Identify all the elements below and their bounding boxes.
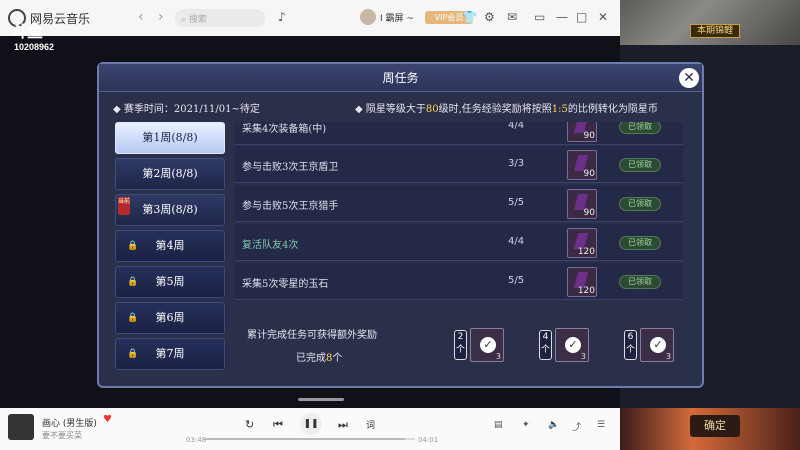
exp-rule: ◆ 陨星等级大于80级时,任务经验奖励将按照1:5的比例转化为陨星币 [355, 104, 658, 115]
task-row: 参与击败3次王京盾卫 3/3 90 已领取 [235, 146, 683, 183]
season-time: ◆ 赛季时间：2021/11/01~待定 [113, 104, 260, 115]
tab-week-4[interactable]: 🔒 第4周 [115, 230, 225, 262]
modal-title: 周任务 [382, 71, 419, 85]
quality-icon[interactable]: ▤ [494, 420, 503, 430]
room-id: 10208962 [14, 42, 55, 52]
settings-icon[interactable]: ⚙ [484, 10, 495, 24]
right-video-top [620, 0, 800, 45]
album-cover[interactable] [8, 414, 34, 440]
back-icon[interactable]: ‹ [138, 9, 144, 25]
week-list: 第1周(8/8) 第2周(8/8) 当前 第3周(8/8) 🔒 第4周 🔒 第5周 🔒… [115, 122, 225, 382]
task-row: 参与击败5次王京猎手 5/5 90 已领取 [235, 185, 683, 222]
avatar[interactable] [360, 9, 376, 25]
reward-item[interactable]: 90 [567, 189, 597, 219]
task-list[interactable]: 采集4次装备箱(中) 4/4 90 已领取 参与击败3次王京盾卫 3/3 90 … [235, 122, 683, 310]
artist-name[interactable]: 要不要买菜 [42, 430, 82, 441]
rule-diamond-icon: ◆ [355, 104, 366, 115]
claimed-badge: 已领取 [619, 122, 661, 134]
lock-icon: 🔒 [127, 349, 139, 359]
tab-week-1[interactable]: 第1周(8/8) [115, 122, 225, 154]
close-window-icon[interactable]: ✕ [598, 10, 608, 24]
bonus-reward-2[interactable]: 2个 ✓ 3 [454, 328, 510, 362]
tab-week-6[interactable]: 🔒 第6周 [115, 302, 225, 334]
stream-brand-overlay: 斗鱼 [12, 24, 43, 41]
effect-icon[interactable]: ✦ [522, 420, 530, 430]
song-title[interactable]: 画心 (男生版) [42, 416, 97, 429]
lyrics-button[interactable]: 词 [366, 418, 375, 431]
tab-week-5[interactable]: 🔒 第5周 [115, 266, 225, 298]
confirm-button[interactable]: 确定 [690, 415, 740, 437]
check-icon: ✓ [650, 337, 666, 353]
tab-week-2[interactable]: 第2周(8/8) [115, 158, 225, 190]
completed-count: 已完成8个 [296, 353, 343, 364]
task-name: 参与击败3次王京盾卫 [242, 162, 339, 173]
like-icon[interactable]: ♥ [103, 414, 112, 425]
lock-icon: 🔒 [127, 241, 139, 251]
mini-mode-icon[interactable]: ▭ [534, 10, 545, 24]
weekly-task-modal: 周任务 ✕ ◆ 赛季时间：2021/11/01~待定 ◆ 陨星等级大于80级时,… [97, 62, 704, 388]
search-input[interactable]: ⌕ 搜索 [175, 9, 265, 27]
total-time: 04:01 [418, 436, 439, 444]
reward-item[interactable]: 90 [567, 122, 597, 142]
current-badge: 当前 [118, 197, 130, 215]
scroll-indicator [298, 398, 344, 401]
task-row: 复活队友4次 4/4 120 已领取 [235, 224, 683, 261]
task-name: 参与击败5次王京猎手 [242, 201, 339, 212]
bonus-box: ✓ 3 [555, 328, 589, 362]
task-name: 采集4次装备箱(中) [242, 124, 327, 135]
koi-label: 本期锦鲤 [690, 24, 740, 38]
pause-button[interactable]: ❚❚ [300, 413, 322, 435]
volume-icon[interactable]: 🔈 [548, 420, 559, 430]
task-name: 采集5次零星的玉石 [242, 279, 329, 290]
voice-icon[interactable]: ♪ [278, 10, 286, 24]
task-name: 复活队友4次 [242, 240, 299, 251]
task-progress: 4/4 [508, 236, 525, 247]
lock-icon: 🔒 [127, 277, 139, 287]
share-icon[interactable]: ⤴ [572, 420, 581, 433]
reward-item[interactable]: 120 [567, 228, 597, 258]
claimed-badge: 已领取 [619, 236, 661, 250]
lock-icon: 🔒 [127, 313, 139, 323]
check-icon: ✓ [480, 337, 496, 353]
playlist-icon[interactable]: ☰ [597, 420, 605, 430]
task-progress: 5/5 [508, 197, 525, 208]
bonus-box: ✓ 3 [470, 328, 504, 362]
close-button[interactable]: ✕ [679, 68, 699, 88]
skin-icon[interactable]: 👕 [462, 10, 477, 24]
tab-week-7[interactable]: 🔒 第7周 [115, 338, 225, 370]
user-name[interactable]: I 霸屏 ~ [380, 11, 414, 24]
next-icon[interactable]: ⏭ [338, 418, 348, 432]
elapsed-time: 03:48 [186, 436, 207, 444]
task-progress: 3/3 [508, 158, 525, 169]
task-row: 采集4次装备箱(中) 4/4 90 已领取 [235, 122, 683, 145]
search-icon: ⌕ [181, 15, 189, 25]
bonus-box: ✓ 3 [640, 328, 674, 362]
app-topbar: 网易云音乐 ‹ › ⌕ 搜索 ♪ I 霸屏 ~ VIP会员 👕 ⚙ ✉ ▭ — … [0, 0, 620, 36]
maximize-icon[interactable]: □ [576, 10, 587, 24]
claimed-badge: 已领取 [619, 158, 661, 172]
minimize-icon[interactable]: — [556, 10, 568, 24]
task-row: 采集5次零星的玉石 5/5 120 已领取 [235, 263, 683, 300]
mail-icon[interactable]: ✉ [507, 10, 517, 24]
claimed-badge: 已领取 [619, 275, 661, 289]
bonus-reward-4[interactable]: 4个 ✓ 3 [539, 328, 595, 362]
bonus-description: 累计完成任务可获得额外奖励 [247, 330, 377, 341]
claimed-badge: 已领取 [619, 197, 661, 211]
tab-week-3[interactable]: 当前 第3周(8/8) [115, 194, 225, 226]
forward-icon[interactable]: › [158, 9, 164, 25]
loop-icon[interactable]: ↻ [245, 418, 254, 431]
progress-fill [205, 438, 405, 440]
season-diamond-icon: ◆ [113, 104, 124, 115]
bonus-reward-6[interactable]: 6个 ✓ 3 [624, 328, 680, 362]
reward-item[interactable]: 90 [567, 150, 597, 180]
previous-icon[interactable]: ⏮ [273, 418, 283, 432]
reward-item[interactable]: 120 [567, 267, 597, 297]
task-progress: 5/5 [508, 275, 525, 286]
task-progress: 4/4 [508, 122, 525, 131]
check-icon: ✓ [565, 337, 581, 353]
